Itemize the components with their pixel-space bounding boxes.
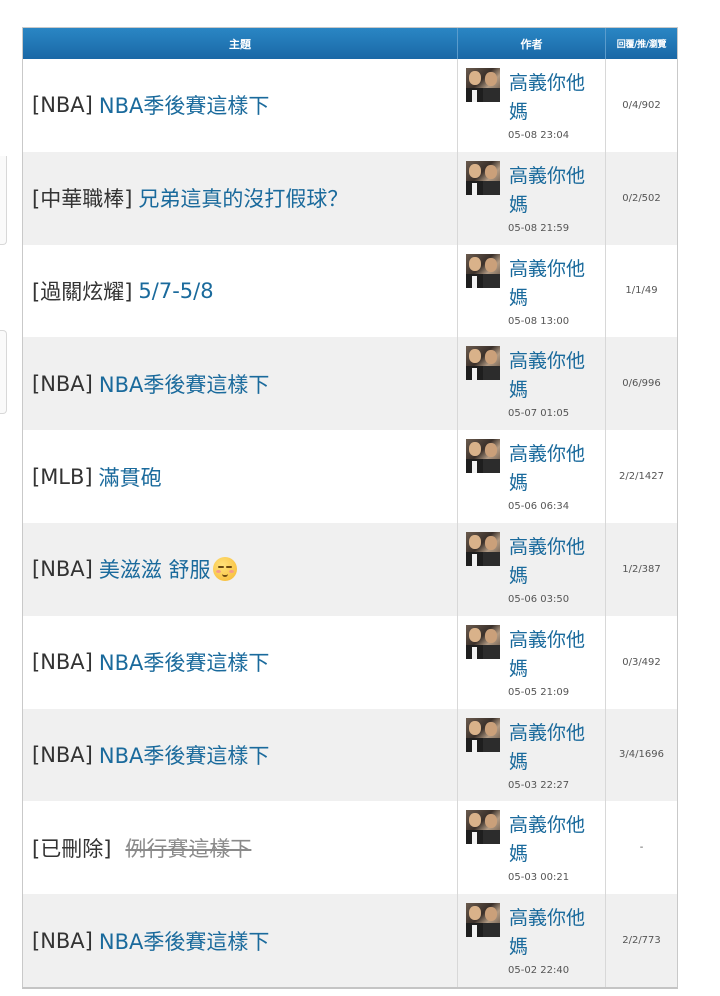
author-name-link[interactable]: 高義你他媽 — [509, 904, 599, 962]
thread-category[interactable]: [NBA] — [32, 557, 93, 581]
thread-title-link[interactable]: NBA季後賽這樣下 — [99, 647, 269, 677]
table-row: [NBA] NBA季後賽這樣下 高義你他媽 05-05 21:09 0/3/492 — [23, 615, 677, 709]
author-avatar[interactable] — [466, 531, 500, 566]
table-row: [中華職棒] 兄弟這真的沒打假球？ 高義你他媽 05-08 21:59 0/2/5… — [23, 151, 677, 245]
thread-category[interactable]: [NBA] — [32, 650, 93, 674]
author-name-link[interactable]: 高義你他媽 — [509, 255, 599, 313]
author-name-link[interactable]: 高義你他媽 — [509, 69, 599, 127]
thread-title-link[interactable]: 兄弟這真的沒打假球？ — [138, 183, 348, 213]
topic-cell: [NBA] 美滋滋 舒服 — [23, 523, 457, 616]
table-row: [已刪除] 例行賽這樣下 高義你他媽 05-03 00:21 - — [23, 801, 677, 895]
table-row: [過關炫耀] 5/7-5/8 高義你他媽 05-08 13:00 1/1/49 — [23, 244, 677, 338]
post-timestamp: 05-03 00:21 — [508, 872, 570, 884]
background-panel-edge — [0, 156, 7, 245]
reply-push-view-stats: 0/3/492 — [605, 615, 677, 709]
author-cell: 高義你他媽 05-06 06:34 — [457, 430, 605, 523]
author-avatar[interactable] — [466, 717, 500, 752]
thread-title-link[interactable]: NBA季後賽這樣下 — [99, 926, 269, 956]
thread-category[interactable]: [NBA] — [32, 743, 93, 767]
topic-cell: [MLB] 滿貫砲 — [23, 430, 457, 523]
topic-cell: [NBA] NBA季後賽這樣下 — [23, 894, 457, 987]
thread-category[interactable]: [過關炫耀] — [32, 276, 132, 306]
author-cell: 高義你他媽 05-05 21:09 — [457, 615, 605, 709]
thread-title-link[interactable]: 5/7-5/8 — [138, 279, 213, 303]
header-stats: 回覆/推/瀏覽 — [605, 28, 677, 59]
header-topic: 主題 — [229, 37, 251, 51]
post-timestamp: 05-08 13:00 — [508, 315, 570, 327]
thread-title-deleted: 例行賽這樣下 — [125, 836, 252, 861]
author-name-link[interactable]: 高義你他媽 — [509, 626, 599, 684]
reply-push-view-stats: 0/2/502 — [605, 151, 677, 245]
reply-push-view-stats: - — [605, 801, 677, 895]
reply-push-view-stats: 0/6/996 — [605, 337, 677, 431]
author-avatar[interactable] — [466, 160, 500, 195]
author-cell: 高義你他媽 05-02 22:40 — [457, 894, 605, 987]
table-header: 主題 作者 回覆/推/瀏覽 — [23, 28, 677, 59]
background-panel-edge — [0, 330, 7, 414]
post-timestamp: 05-08 21:59 — [508, 222, 570, 234]
topic-cell: [NBA] NBA季後賽這樣下 — [23, 59, 457, 152]
table-row: [NBA] 美滋滋 舒服 高義你他媽 05-06 03:50 1/2/387 — [23, 522, 677, 616]
post-timestamp: 05-06 06:34 — [508, 501, 570, 513]
author-name-link[interactable]: 高義你他媽 — [509, 440, 599, 498]
author-avatar[interactable] — [466, 903, 500, 938]
author-avatar[interactable] — [466, 810, 500, 845]
topic-cell: [中華職棒] 兄弟這真的沒打假球？ — [23, 152, 457, 245]
thread-title-link[interactable]: 美滋滋 舒服 — [99, 554, 211, 584]
thread-title-link[interactable]: NBA季後賽這樣下 — [99, 369, 269, 399]
author-cell: 高義你他媽 05-06 03:50 — [457, 522, 605, 616]
post-timestamp: 05-06 03:50 — [508, 593, 570, 605]
post-timestamp: 05-07 01:05 — [508, 408, 570, 420]
post-timestamp: 05-08 23:04 — [508, 130, 570, 141]
author-name-link[interactable]: 高義你他媽 — [509, 162, 599, 220]
reply-push-view-stats: 3/4/1696 — [605, 708, 677, 802]
table-row: [NBA] NBA季後賽這樣下 高義你他媽 05-07 01:05 0/6/996 — [23, 337, 677, 431]
author-avatar[interactable] — [466, 346, 500, 381]
topic-cell: [過關炫耀] 5/7-5/8 — [23, 245, 457, 338]
reply-push-view-stats: 2/2/773 — [605, 894, 677, 987]
author-name-link[interactable]: 高義你他媽 — [509, 811, 599, 869]
thread-title-link[interactable]: NBA季後賽這樣下 — [99, 740, 269, 770]
author-name-link[interactable]: 高義你他媽 — [509, 347, 599, 405]
thread-category[interactable]: [MLB] — [32, 465, 93, 489]
author-cell: 高義你他媽 05-08 13:00 — [457, 244, 605, 338]
author-name-link[interactable]: 高義你他媽 — [509, 533, 599, 591]
topic-cell: [NBA] NBA季後賽這樣下 — [23, 709, 457, 802]
thread-category[interactable]: [NBA] — [32, 93, 93, 117]
post-timestamp: 05-03 22:27 — [508, 779, 570, 791]
thread-category: [已刪除] — [32, 836, 112, 861]
thread-rows: [NBA] NBA季後賽這樣下 高義你他媽 05-08 23:04 0/4/902… — [23, 59, 677, 987]
author-cell: 高義你他媽 05-08 23:04 — [457, 59, 605, 152]
forum-thread-list: 主題 作者 回覆/推/瀏覽 [NBA] NBA季後賽這樣下 高義你他媽 05-08… — [22, 27, 678, 989]
post-timestamp: 05-05 21:09 — [508, 686, 570, 698]
table-row: [MLB] 滿貫砲 高義你他媽 05-06 06:34 2/2/1427 — [23, 430, 677, 523]
thread-category[interactable]: [NBA] — [32, 372, 93, 396]
author-avatar[interactable] — [466, 253, 500, 288]
author-avatar[interactable] — [466, 68, 500, 102]
header-author: 作者 — [457, 28, 605, 59]
reply-push-view-stats: 2/2/1427 — [605, 430, 677, 523]
topic-cell: [已刪除] 例行賽這樣下 — [23, 801, 457, 894]
author-cell: 高義你他媽 05-03 22:27 — [457, 708, 605, 802]
thread-category[interactable]: [NBA] — [32, 929, 93, 953]
author-avatar[interactable] — [466, 439, 500, 474]
table-row: [NBA] NBA季後賽這樣下 高義你他媽 05-08 23:04 0/4/902 — [23, 59, 677, 152]
author-name-link[interactable]: 高義你他媽 — [509, 719, 599, 777]
thread-category[interactable]: [中華職棒] — [32, 183, 132, 213]
reply-push-view-stats: 1/1/49 — [605, 244, 677, 338]
thread-title-link[interactable]: 滿貫砲 — [99, 462, 162, 492]
table-row: [NBA] NBA季後賽這樣下 高義你他媽 05-02 22:40 2/2/773 — [23, 894, 677, 987]
topic-cell: [NBA] NBA季後賽這樣下 — [23, 337, 457, 430]
reply-push-view-stats: 1/2/387 — [605, 522, 677, 616]
post-timestamp: 05-02 22:40 — [508, 965, 570, 977]
relieved-face-emoji-icon — [212, 557, 237, 582]
author-cell: 高義你他媽 05-03 00:21 — [457, 801, 605, 895]
table-row: [NBA] NBA季後賽這樣下 高義你他媽 05-03 22:27 3/4/169… — [23, 708, 677, 802]
author-avatar[interactable] — [466, 624, 500, 659]
author-cell: 高義你他媽 05-07 01:05 — [457, 337, 605, 431]
author-cell: 高義你他媽 05-08 21:59 — [457, 151, 605, 245]
thread-title-link[interactable]: NBA季後賽這樣下 — [99, 90, 269, 120]
reply-push-view-stats: 0/4/902 — [605, 59, 677, 152]
topic-cell: [NBA] NBA季後賽這樣下 — [23, 616, 457, 709]
